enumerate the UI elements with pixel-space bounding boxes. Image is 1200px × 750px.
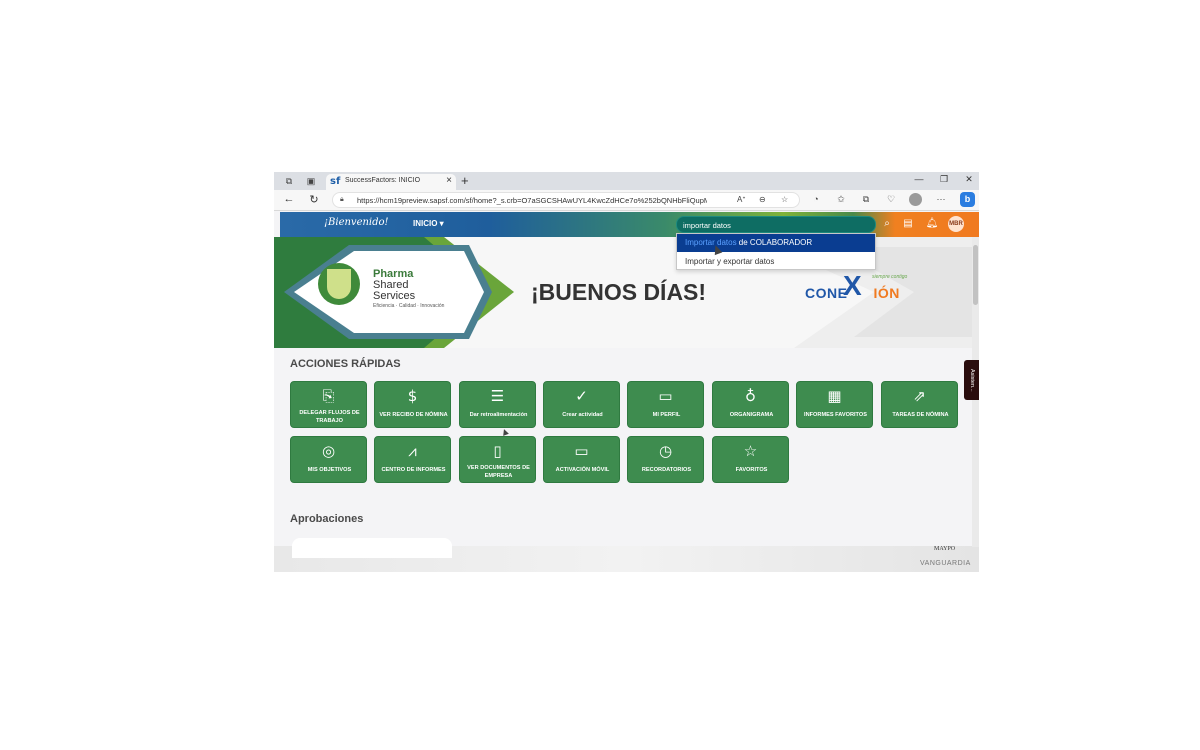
delegate-icon: ⎘ bbox=[322, 387, 335, 405]
tile-label: RECORDATORIOS bbox=[641, 467, 692, 473]
restore-icon[interactable]: ❐ bbox=[937, 174, 951, 185]
watermark-top: MAYPO bbox=[934, 546, 956, 552]
favorites-bar-icon[interactable]: ✩ bbox=[834, 194, 848, 205]
tile-label: INFORMES FAVORITOS bbox=[804, 412, 867, 418]
search-input[interactable]: importar datos bbox=[676, 216, 876, 233]
browser-window: ⧉ ▣ sf SuccessFactors: INICIO × + — ❐ ✕ … bbox=[274, 172, 979, 572]
org-chart-icon: ♁ bbox=[745, 387, 756, 405]
tile-org-chart[interactable]: ♁ ORGANIGRAMA bbox=[712, 381, 789, 428]
greeting-heading: ¡BUENOS DÍAS! bbox=[531, 279, 707, 305]
sf-favicon-icon: sf bbox=[330, 176, 341, 187]
profile-card-icon: ▭ bbox=[658, 387, 673, 405]
tab-strip: ⧉ ▣ sf SuccessFactors: INICIO × + — ❐ ✕ bbox=[274, 172, 979, 190]
extension-icon[interactable]: ◔ bbox=[809, 194, 823, 204]
watermark-bottom: VANGUARDIA bbox=[920, 560, 971, 567]
feedback-icon: ☰ bbox=[490, 387, 505, 405]
tile-feedback[interactable]: ☰ Dar retroalimentación bbox=[459, 381, 536, 428]
minimize-icon[interactable]: — bbox=[912, 174, 926, 184]
tile-favorites[interactable]: ☆ FAVORITOS bbox=[712, 436, 789, 483]
devices-icon: ▭ bbox=[574, 442, 589, 460]
tile-label: MIS OBJETIVOS bbox=[307, 467, 352, 473]
tile-label: FAVORITOS bbox=[735, 467, 768, 473]
payslip-icon: $ bbox=[407, 387, 418, 405]
tile-label: MI PERFIL bbox=[652, 412, 681, 418]
conexion-tagline: siempre contigo bbox=[872, 274, 908, 280]
reminder-icon: ◷ bbox=[658, 442, 673, 460]
tile-payroll-tasks[interactable]: ⇗ TAREAS DE NÓMINA bbox=[881, 381, 958, 428]
target-icon: ◎ bbox=[321, 442, 336, 460]
home-nav-menu[interactable]: INICIO ▾ bbox=[413, 219, 444, 228]
tile-label: VER DOCUMENTOS DE EMPRESA bbox=[467, 465, 530, 479]
favorites-icon: ☆ bbox=[743, 442, 758, 460]
workspaces-icon[interactable]: ⧉ bbox=[283, 175, 295, 187]
welcome-logo[interactable]: ¡Bienvenido! bbox=[324, 217, 389, 228]
user-avatar[interactable]: MBR bbox=[948, 216, 964, 232]
refresh-icon[interactable]: ↻ bbox=[307, 193, 321, 206]
tile-my-goals[interactable]: ◎ MIS OBJETIVOS bbox=[290, 436, 367, 483]
close-tab-icon[interactable]: × bbox=[446, 175, 452, 186]
tile-payslip[interactable]: $ VER RECIBO DE NÓMINA bbox=[374, 381, 451, 428]
tile-favorite-reports[interactable]: ▦ INFORMES FAVORITOS bbox=[796, 381, 873, 428]
tile-report-center[interactable]: ⩘ CENTRO DE INFORMES bbox=[374, 436, 451, 483]
address-bar-row: ← ↻ 🔒︎ https://hcm19preview.sapsf.com/sf… bbox=[274, 190, 979, 211]
url-text: https://hcm19preview.sapsf.com/sf/home?_… bbox=[357, 196, 707, 205]
search-query-text: importar datos bbox=[683, 221, 731, 230]
clipboard-check-icon: ✓ bbox=[575, 387, 588, 405]
reports-icon: ▦ bbox=[827, 387, 842, 405]
more-options-icon[interactable]: ··· bbox=[934, 194, 948, 204]
tile-label: TAREAS DE NÓMINA bbox=[892, 412, 949, 418]
scrollbar-thumb[interactable] bbox=[973, 245, 978, 305]
tile-company-documents[interactable]: ▯ VER DOCUMENTOS DE EMPRESA bbox=[459, 436, 536, 483]
tile-label: Dar retroalimentación bbox=[469, 412, 528, 418]
brand-tagline: Eficiencia · Calidad · Innovación bbox=[373, 303, 445, 309]
notes-icon[interactable]: ▤ bbox=[901, 218, 915, 229]
tile-my-profile[interactable]: ▭ MI PERFIL bbox=[627, 381, 704, 428]
back-icon[interactable]: ← bbox=[282, 193, 296, 205]
suggestion-import-export-data[interactable]: Importar y exportar datos bbox=[677, 253, 875, 271]
document-icon: ▯ bbox=[493, 442, 502, 460]
approvals-title: Aprobaciones bbox=[290, 513, 364, 525]
browser-tab[interactable]: sf SuccessFactors: INICIO × bbox=[326, 174, 456, 190]
read-aloud-icon[interactable]: Aᐩ bbox=[737, 195, 745, 204]
tab-actions-icon[interactable]: ▣ bbox=[305, 175, 317, 187]
profile-avatar-icon[interactable] bbox=[909, 193, 922, 206]
chart-icon: ⩘ bbox=[408, 442, 417, 460]
copilot-icon[interactable]: b bbox=[960, 192, 975, 207]
search-icon[interactable]: ⌕ bbox=[880, 218, 894, 229]
text-cursor-icon bbox=[501, 428, 509, 436]
favorite-star-icon[interactable]: ☆ bbox=[781, 195, 788, 204]
tab-title: SuccessFactors: INICIO bbox=[345, 177, 421, 184]
tile-label: Crear actividad bbox=[562, 412, 603, 418]
collections-icon[interactable]: ⧉ bbox=[859, 194, 873, 205]
quick-actions-title: ACCIONES RÁPIDAS bbox=[290, 358, 401, 370]
approvals-card[interactable] bbox=[292, 538, 452, 558]
tile-mobile-activation[interactable]: ▭ ACTIVACIÓN MÓVIL bbox=[543, 436, 620, 483]
pharma-logo-icon bbox=[318, 263, 360, 305]
tile-delegate-workflows[interactable]: ⎘ DELEGAR FLUJOS DE TRABAJO bbox=[290, 381, 367, 428]
new-tab-icon[interactable]: + bbox=[461, 173, 469, 188]
browser-essentials-icon[interactable]: ♡ bbox=[884, 194, 898, 205]
close-window-icon[interactable]: ✕ bbox=[962, 174, 976, 185]
notifications-bell-icon[interactable]: 🔔︎ bbox=[925, 218, 939, 229]
tile-reminders[interactable]: ◷ RECORDATORIOS bbox=[627, 436, 704, 483]
conexion-suffix: IÓN bbox=[873, 285, 900, 301]
suggestion-rest: de COLABORADOR bbox=[736, 238, 813, 247]
search-suggestions: Importar datos de COLABORADOR Importar y… bbox=[676, 233, 876, 270]
tile-label: ACTIVACIÓN MÓVIL bbox=[555, 467, 610, 473]
assistant-tab[interactable]: Asisten... bbox=[964, 360, 979, 400]
brand-line-3: Services bbox=[373, 290, 416, 302]
tile-label: DELEGAR FLUJOS DE TRABAJO bbox=[299, 410, 360, 424]
suggestion-import-employee-data[interactable]: Importar datos de COLABORADOR bbox=[677, 234, 875, 252]
conexion-prefix: CONE bbox=[805, 285, 848, 301]
tile-label: ORGANIGRAMA bbox=[729, 412, 774, 418]
lock-icon: 🔒︎ bbox=[340, 196, 344, 203]
tile-create-activity[interactable]: ✓ Crear actividad bbox=[543, 381, 620, 428]
payroll-tasks-icon: ⇗ bbox=[913, 387, 926, 405]
tile-label: VER RECIBO DE NÓMINA bbox=[379, 412, 448, 418]
tile-label: CENTRO DE INFORMES bbox=[381, 467, 446, 473]
conexion-x: X bbox=[843, 270, 862, 301]
zoom-icon[interactable]: ⊖ bbox=[759, 195, 766, 204]
url-field[interactable]: 🔒︎ https://hcm19preview.sapsf.com/sf/hom… bbox=[332, 192, 800, 208]
